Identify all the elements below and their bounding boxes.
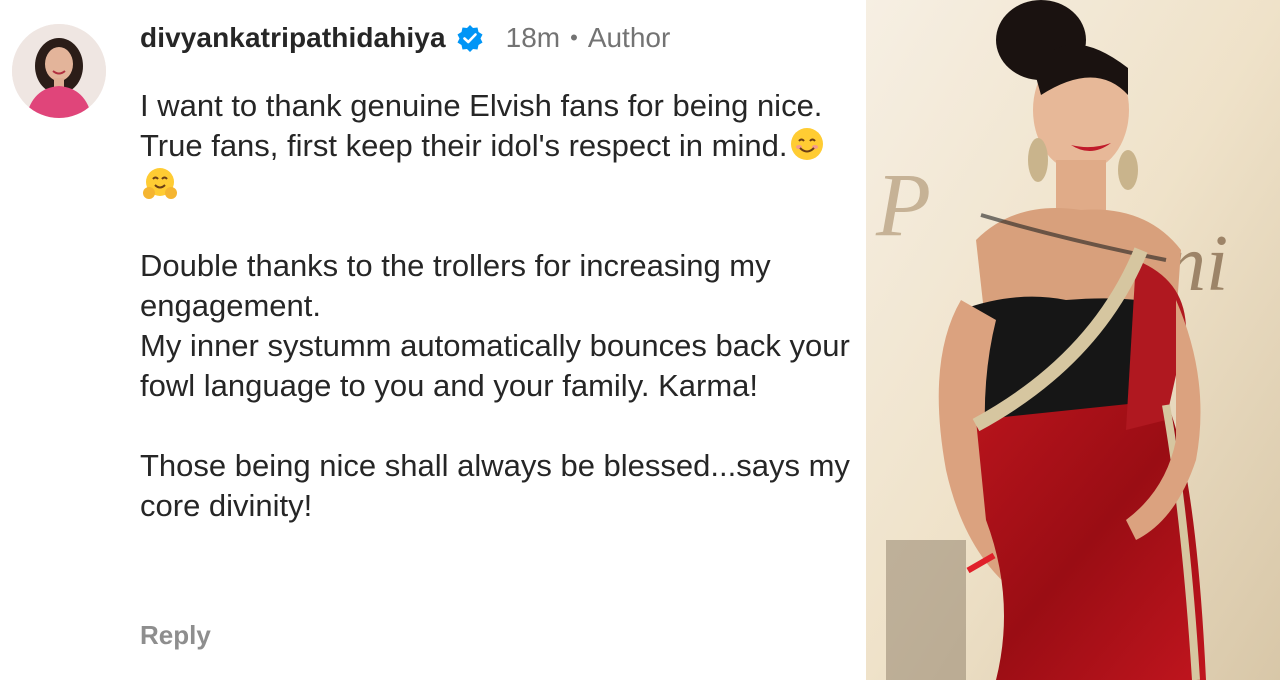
username[interactable]: divyankatripathidahiya [140,22,446,54]
comment-paragraph-1-text: I want to thank genuine Elvish fans for … [140,88,823,163]
photo-panel: P ni [866,0,1280,680]
reply-button[interactable]: Reply [140,620,211,651]
svg-text:P: P [875,156,931,255]
smiling-face-emoji [789,126,825,162]
comment-paragraph-2: Double thanks to the trollers for increa… [140,248,850,403]
comment-panel: divyankatripathidahiya 18m • Author I wa… [0,0,866,680]
woman-in-red-saree-photo: P ni [866,0,1280,680]
hugging-face-emoji [142,166,178,202]
comment-body: I want to thank genuine Elvish fans for … [140,86,850,526]
separator-dot: • [570,25,578,50]
comment-paragraph-3: Those being nice shall always be blessed… [140,448,850,523]
comment-header: divyankatripathidahiya 18m • Author [140,18,670,58]
author-label: Author [587,22,671,53]
avatar-image [12,24,106,118]
verified-badge-icon [456,24,484,52]
comment-time: 18m [505,22,561,53]
avatar[interactable] [12,24,106,118]
comment-paragraph-1: I want to thank genuine Elvish fans for … [140,86,850,206]
